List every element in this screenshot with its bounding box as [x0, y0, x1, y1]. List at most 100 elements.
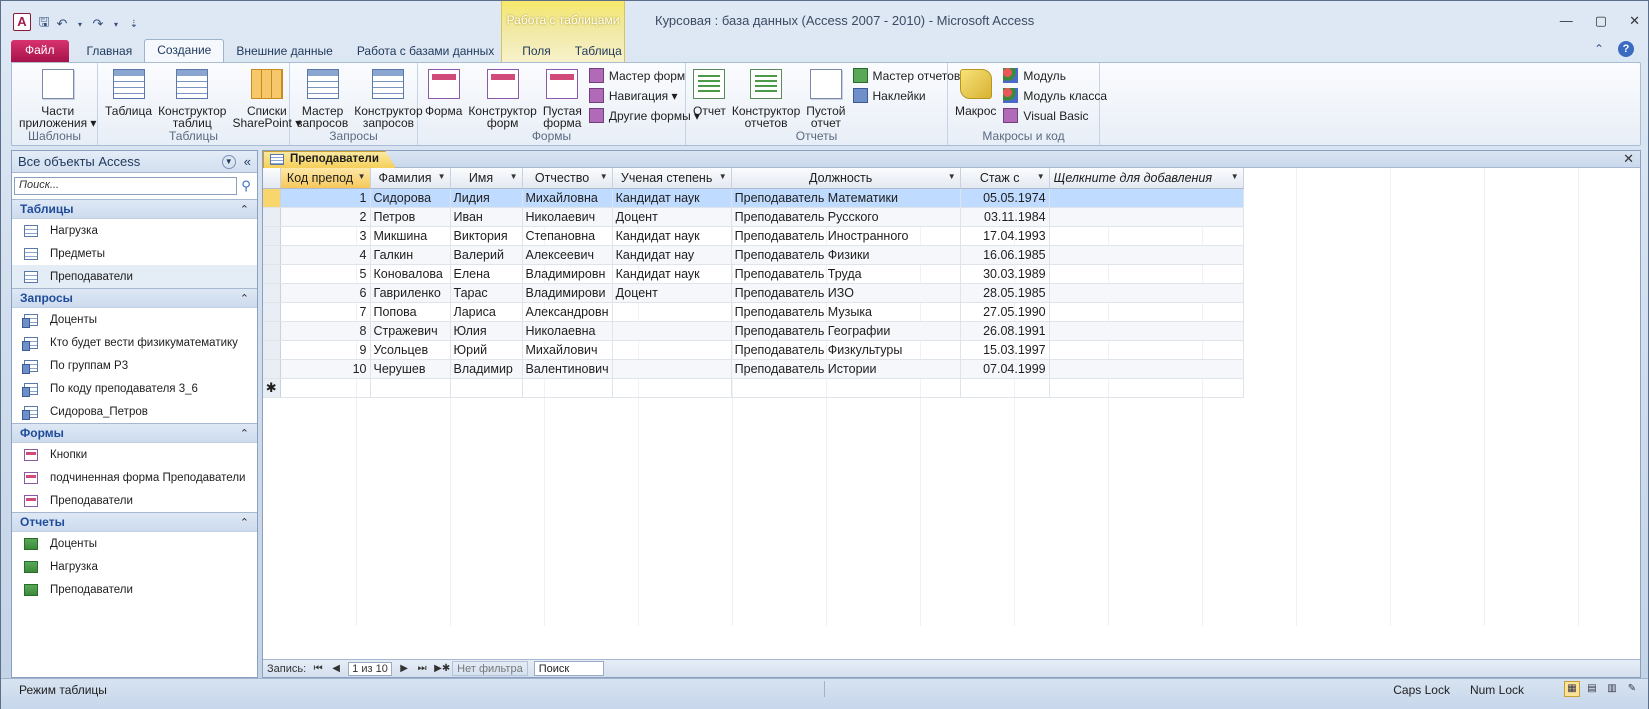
table-cell[interactable]: Преподаватель Музыка: [731, 302, 961, 322]
column-header[interactable]: Отчество ▼: [522, 168, 613, 189]
maximize-button[interactable]: ▢: [1595, 13, 1607, 29]
table-cell[interactable]: [1049, 188, 1244, 208]
table-cell[interactable]: [612, 359, 732, 379]
nav-item-table[interactable]: Нагрузка: [12, 219, 257, 242]
undo-icon[interactable]: ↶: [55, 16, 69, 32]
table-row[interactable]: 8 Стражевич Юлия Николаевна Преподаватель Ге…: [263, 321, 1262, 341]
table-cell[interactable]: 7: [280, 302, 371, 322]
record-selector[interactable]: [263, 359, 281, 379]
tab-database-tools[interactable]: Работа с базами данных: [345, 41, 506, 63]
table-cell[interactable]: Михайлович: [522, 340, 613, 360]
help-icon[interactable]: ?: [1618, 41, 1634, 57]
record-position-field[interactable]: 1 из 10: [348, 661, 393, 676]
table-row[interactable]: 4 Галкин Валерий Алексеевич Кандидат нау Преп…: [263, 245, 1262, 265]
table-cell[interactable]: [1049, 207, 1244, 227]
redo-icon[interactable]: ↷: [91, 16, 105, 32]
table-cell[interactable]: 2: [280, 207, 371, 227]
table-cell[interactable]: 16.06.1985: [960, 245, 1050, 265]
nav-item-query[interactable]: По группам Р3: [12, 354, 257, 377]
table-cell[interactable]: [370, 378, 451, 398]
column-header[interactable]: Имя ▼: [450, 168, 523, 189]
chevron-down-icon[interactable]: ▼: [1037, 172, 1045, 181]
document-tab[interactable]: Преподаватели: [263, 151, 396, 168]
chevron-down-icon[interactable]: ▼: [1231, 172, 1239, 181]
nav-section-header[interactable]: Формы ⌃: [12, 423, 257, 443]
table-cell[interactable]: [1049, 245, 1244, 265]
table-cell[interactable]: 30.03.1989: [960, 264, 1050, 284]
design-view-icon[interactable]: ✎: [1624, 681, 1640, 697]
collapse-section-icon[interactable]: ⌃: [240, 516, 249, 529]
table-cell[interactable]: [960, 378, 1050, 398]
customize-qat-icon[interactable]: ⇣: [127, 19, 141, 30]
table-cell[interactable]: Черушев: [370, 359, 451, 379]
table-cell[interactable]: Преподаватель Труда: [731, 264, 961, 284]
table-cell[interactable]: Лидия: [450, 188, 523, 208]
collapse-pane-icon[interactable]: «: [244, 154, 251, 169]
nav-section-header[interactable]: Отчеты ⌃: [12, 512, 257, 532]
chevron-down-icon[interactable]: ▼: [719, 172, 727, 181]
table-cell[interactable]: Юрий: [450, 340, 523, 360]
table-cell[interactable]: Усольцев: [370, 340, 451, 360]
table-cell[interactable]: [612, 321, 732, 341]
close-document-icon[interactable]: ✕: [1623, 151, 1634, 167]
nav-item-report[interactable]: Доценты: [12, 532, 257, 555]
column-header[interactable]: Должность ▼: [731, 168, 961, 189]
table-cell[interactable]: Микшина: [370, 226, 451, 246]
table-cell[interactable]: 27.05.1990: [960, 302, 1050, 322]
table-row[interactable]: 3 Микшина Виктория Степановна Кандидат наук П…: [263, 226, 1262, 246]
tab-table[interactable]: Таблица: [563, 41, 634, 63]
table-cell[interactable]: [280, 378, 371, 398]
table-cell[interactable]: 4: [280, 245, 371, 265]
select-all-corner[interactable]: [263, 168, 281, 189]
record-selector[interactable]: [263, 264, 281, 284]
table-row[interactable]: 2 Петров Иван Николаевич Доцент Преподаватель…: [263, 207, 1262, 227]
table-cell[interactable]: 28.05.1985: [960, 283, 1050, 303]
table-cell[interactable]: 1: [280, 188, 371, 208]
table-cell[interactable]: [1049, 264, 1244, 284]
tab-fields[interactable]: Поля: [510, 41, 563, 63]
table-cell[interactable]: Тарас: [450, 283, 523, 303]
nav-item-form[interactable]: Преподаватели: [12, 489, 257, 512]
table-row[interactable]: 9 Усольцев Юрий Михайлович Преподаватель Физ…: [263, 340, 1262, 360]
navigation-button[interactable]: Навигация ▾: [588, 88, 700, 103]
table-cell[interactable]: [612, 302, 732, 322]
table-cell[interactable]: 8: [280, 321, 371, 341]
tab-external-data[interactable]: Внешние данные: [224, 41, 345, 63]
minimize-button[interactable]: —: [1560, 13, 1573, 29]
chevron-down-icon[interactable]: ▼: [221, 154, 236, 169]
column-header[interactable]: Стаж с ▼: [960, 168, 1050, 189]
table-row[interactable]: 6 Гавриленко Тарас Владимирови Доцент Препода…: [263, 283, 1262, 303]
table-cell[interactable]: Валентинович: [522, 359, 613, 379]
nav-item-query[interactable]: Кто будет вести физикуматематику: [12, 331, 257, 354]
table-cell[interactable]: 9: [280, 340, 371, 360]
chevron-down-icon[interactable]: ▼: [948, 172, 956, 181]
undo-dropdown-icon[interactable]: ▾: [73, 20, 87, 29]
table-cell[interactable]: Преподаватель Физики: [731, 245, 961, 265]
table-cell[interactable]: [612, 378, 732, 398]
table-cell[interactable]: 3: [280, 226, 371, 246]
table-cell[interactable]: Попова: [370, 302, 451, 322]
chevron-down-icon[interactable]: ▼: [510, 172, 518, 181]
table-cell[interactable]: Николаевич: [522, 207, 613, 227]
tab-home[interactable]: Главная: [75, 41, 145, 63]
table-cell[interactable]: Преподаватель Истории: [731, 359, 961, 379]
nav-section-header[interactable]: Запросы ⌃: [12, 288, 257, 308]
nav-item-report[interactable]: Нагрузка: [12, 555, 257, 578]
record-selector[interactable]: [263, 340, 281, 360]
table-cell[interactable]: [1049, 359, 1244, 379]
table-row[interactable]: 5 Коновалова Елена Владимировн Кандидат наук…: [263, 264, 1262, 284]
table-cell[interactable]: Гавриленко: [370, 283, 451, 303]
table-cell[interactable]: Преподаватель ИЗО: [731, 283, 961, 303]
minimize-ribbon-icon[interactable]: ⌃: [1594, 42, 1604, 56]
table-cell[interactable]: [1049, 283, 1244, 303]
record-selector[interactable]: [263, 302, 281, 322]
close-button[interactable]: ✕: [1629, 13, 1640, 29]
table-cell[interactable]: Степановна: [522, 226, 613, 246]
module-button[interactable]: Модуль: [1003, 68, 1107, 83]
column-header[interactable]: Щелкните для добавления ▼: [1049, 168, 1244, 189]
table-cell[interactable]: Галкин: [370, 245, 451, 265]
table-cell[interactable]: [1049, 226, 1244, 246]
access-app-icon[interactable]: A: [13, 13, 31, 31]
nav-section-header[interactable]: Таблицы ⌃: [12, 199, 257, 219]
table-cell[interactable]: Доцент: [612, 207, 732, 227]
